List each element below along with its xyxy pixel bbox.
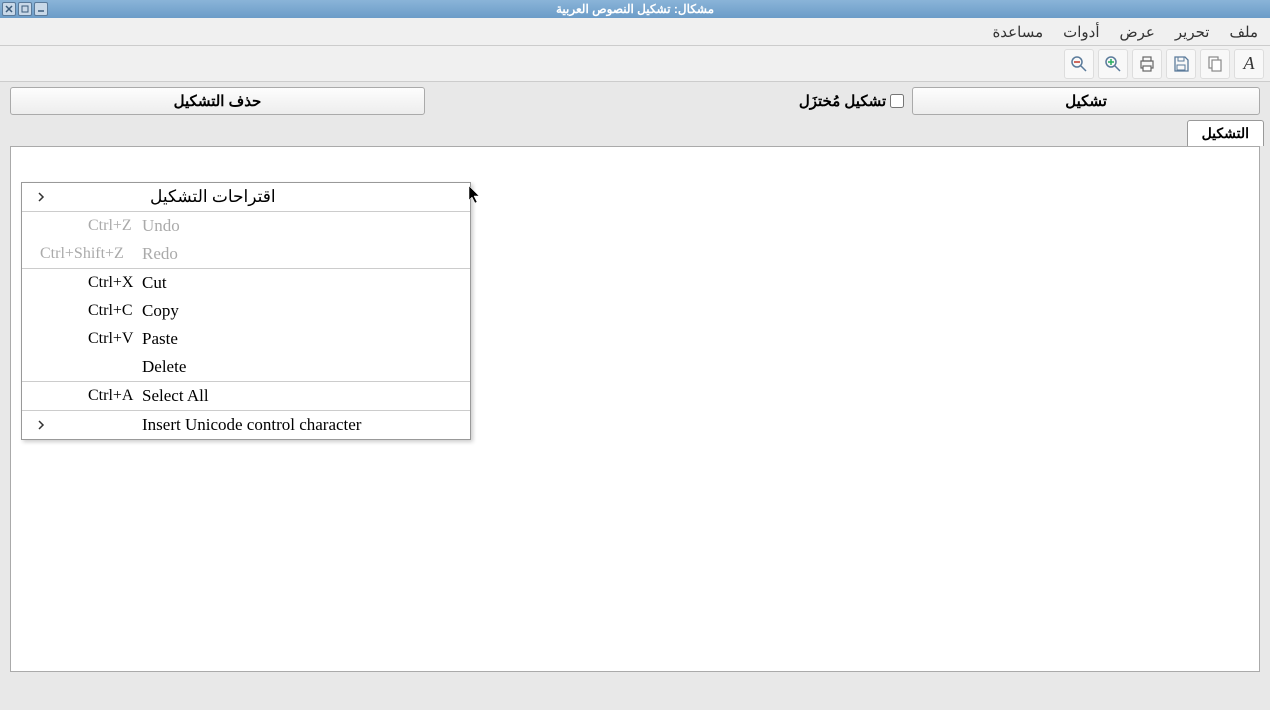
tashkeel-button[interactable]: تشكيل	[912, 87, 1260, 115]
tab-tashkeel[interactable]: التشكيل	[1187, 120, 1264, 146]
chevron-right-icon	[32, 192, 50, 202]
action-bar: حذف التشكيل تشكيل مُختزَل تشكيل	[0, 82, 1270, 120]
ctx-cut[interactable]: Ctrl+X Cut	[22, 269, 470, 297]
ctx-copy[interactable]: Ctrl+C Copy	[22, 297, 470, 325]
ctx-unicode[interactable]: Insert Unicode control character	[22, 411, 470, 439]
zoom-in-button[interactable]	[1098, 49, 1128, 79]
ctx-paste-label: Paste	[142, 329, 178, 349]
ctx-delete-label: Delete	[142, 357, 186, 377]
menu-file[interactable]: ملف	[1221, 20, 1266, 44]
ctx-unicode-label: Insert Unicode control character	[142, 415, 361, 435]
titlebar: مشكال: تشكيل النصوص العربية	[0, 0, 1270, 18]
close-window-button[interactable]	[2, 2, 16, 16]
window-title: مشكال: تشكيل النصوص العربية	[556, 2, 714, 16]
ctx-undo-shortcut: Ctrl+Z	[88, 217, 132, 235]
ctx-cut-label: Cut	[142, 273, 167, 293]
menu-view[interactable]: عرض	[1112, 20, 1163, 44]
chevron-right-icon	[32, 420, 50, 430]
print-button[interactable]	[1132, 49, 1162, 79]
ctx-select-all-shortcut: Ctrl+A	[88, 387, 133, 405]
menubar: مساعدة أدوات عرض تحرير ملف	[0, 18, 1270, 46]
cursor-icon	[468, 185, 482, 210]
ctx-redo-shortcut: Ctrl+Shift+Z	[40, 245, 124, 263]
ctx-undo-label: Undo	[142, 216, 180, 236]
ctx-paste[interactable]: Ctrl+V Paste	[22, 325, 470, 353]
context-menu: اقتراحات التشكيل Ctrl+Z Undo Ctrl+Shift+…	[21, 182, 471, 440]
menu-tools[interactable]: أدوات	[1055, 20, 1107, 44]
ctx-delete[interactable]: Delete	[22, 353, 470, 381]
zoom-out-button[interactable]	[1064, 49, 1094, 79]
font-button[interactable]: A	[1234, 49, 1264, 79]
minimize-window-button[interactable]	[34, 2, 48, 16]
ctx-select-all-label: Select All	[142, 386, 209, 406]
ctx-paste-shortcut: Ctrl+V	[88, 330, 133, 348]
toolbar: A	[0, 46, 1270, 82]
reduced-tashkeel-label: تشكيل مُختزَل	[799, 92, 886, 110]
maximize-window-button[interactable]	[18, 2, 32, 16]
ctx-copy-shortcut: Ctrl+C	[88, 302, 133, 320]
ctx-select-all[interactable]: Ctrl+A Select All	[22, 382, 470, 410]
menu-edit[interactable]: تحرير	[1167, 20, 1218, 44]
ctx-suggestions-label: اقتراحات التشكيل	[50, 187, 460, 207]
remove-tashkeel-button[interactable]: حذف التشكيل	[10, 87, 425, 115]
reduced-tashkeel-checkbox[interactable]	[890, 94, 904, 108]
font-icon: A	[1244, 53, 1255, 74]
ctx-undo: Ctrl+Z Undo	[22, 212, 470, 240]
ctx-cut-shortcut: Ctrl+X	[88, 274, 133, 292]
copy-button[interactable]	[1200, 49, 1230, 79]
save-button[interactable]	[1166, 49, 1196, 79]
ctx-redo-label: Redo	[142, 244, 178, 264]
ctx-redo: Ctrl+Shift+Z Redo	[22, 240, 470, 268]
ctx-suggestions[interactable]: اقتراحات التشكيل	[22, 183, 470, 211]
window-controls	[2, 2, 48, 16]
tab-bar: التشكيل	[0, 120, 1270, 146]
reduced-tashkeel-checkbox-wrap[interactable]: تشكيل مُختزَل	[799, 92, 904, 110]
ctx-copy-label: Copy	[142, 301, 179, 321]
menu-help[interactable]: مساعدة	[984, 20, 1051, 44]
